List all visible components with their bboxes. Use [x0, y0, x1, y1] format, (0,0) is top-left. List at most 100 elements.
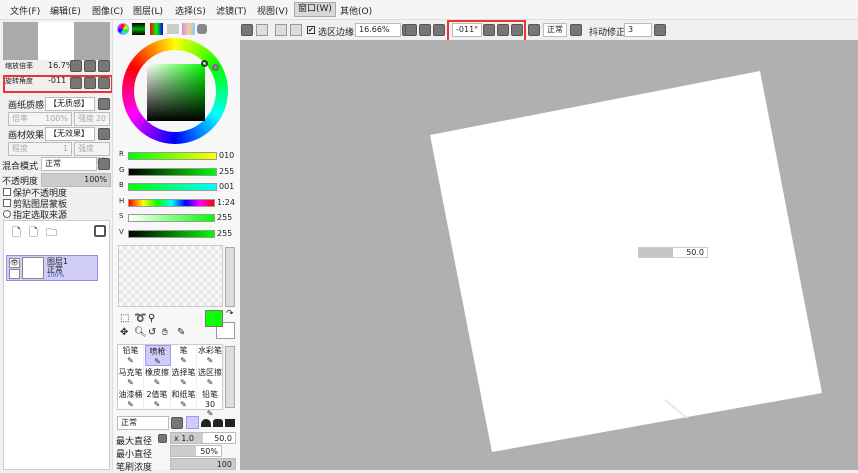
selection-edge-checkbox[interactable]: ✔	[307, 26, 315, 34]
brush-mode-select[interactable]: 正常	[117, 416, 169, 430]
layer-item[interactable]: 👁 图层1 正常 100%	[6, 255, 98, 281]
navigator-preview[interactable]	[3, 22, 110, 60]
canvas-paper[interactable]	[430, 71, 822, 452]
menu-view[interactable]: 视图(V)	[257, 4, 288, 17]
slider-B[interactable]	[128, 183, 217, 191]
hue-cursor[interactable]	[212, 64, 219, 71]
lasso-icon[interactable]: ➰	[134, 313, 146, 324]
max-size-slider[interactable]: x 1.0 50.0	[170, 432, 236, 444]
blend-dropdown[interactable]	[98, 158, 110, 170]
hand-icon[interactable]: ✋︎	[162, 327, 168, 338]
flip-button[interactable]	[570, 24, 582, 36]
invert-selection-button[interactable]	[290, 24, 302, 36]
tool-6[interactable]: 选择笔 ✎	[171, 367, 197, 388]
move-icon[interactable]: ✥	[120, 327, 128, 338]
new-folder-icon[interactable]: 🗀	[46, 224, 57, 243]
undo-button[interactable]	[241, 24, 253, 36]
view-mode-field[interactable]: 正常	[543, 23, 567, 37]
menu-window[interactable]: 窗口(W)	[294, 2, 336, 17]
zoom-in-button[interactable]	[84, 60, 96, 72]
brush-shape-3[interactable]	[213, 419, 223, 427]
zoom-reset-button[interactable]	[98, 60, 110, 72]
brush-shape-1[interactable]	[186, 416, 199, 429]
tool-0[interactable]: 铅笔 ✎	[118, 345, 144, 366]
zoom-in-tb[interactable]	[419, 24, 431, 36]
tool-1[interactable]: 喷枪 ✎	[144, 345, 171, 366]
rect-select-icon[interactable]: ⬚	[120, 313, 129, 324]
rotate-cw-tb[interactable]	[511, 24, 523, 36]
tool-scrollbar[interactable]	[225, 346, 235, 408]
angle-dropdown[interactable]	[483, 24, 495, 36]
effect-select[interactable]: 【无效果】	[45, 127, 95, 141]
tool-3[interactable]: 水彩笔 ✎	[198, 345, 224, 366]
slider-S[interactable]	[128, 214, 215, 222]
protect-checkbox[interactable]	[3, 188, 11, 196]
magic-wand-icon[interactable]: ⚲	[148, 313, 155, 324]
min-size-slider[interactable]: 50%	[170, 445, 222, 457]
texture-select[interactable]: 【无质感】	[45, 97, 95, 111]
saturation-value-square[interactable]	[147, 64, 205, 121]
sv-cursor[interactable]	[201, 60, 208, 67]
zoom-out-button[interactable]	[70, 60, 82, 72]
swap-colors-icon[interactable]: ↷	[226, 309, 234, 319]
zoom-icon[interactable]: 🔍︎	[134, 327, 147, 338]
menu-layer[interactable]: 图层(L)	[133, 4, 163, 17]
zoom-out-tb[interactable]	[405, 24, 417, 36]
redo-button[interactable]	[256, 24, 268, 36]
tool-7[interactable]: 选区擦 ✎	[198, 367, 224, 388]
size-range-button[interactable]	[158, 434, 167, 443]
tool-8[interactable]: 油漆桶 ✎	[118, 389, 144, 410]
swatch-tab-icon[interactable]	[167, 24, 179, 34]
slider-H[interactable]	[128, 198, 215, 207]
rotate-right-button[interactable]	[84, 77, 96, 89]
primary-color-swatch[interactable]	[205, 310, 223, 327]
menu-file[interactable]: 文件(F)	[10, 4, 40, 17]
rotate-left-button[interactable]	[70, 77, 82, 89]
slider-V[interactable]	[128, 229, 215, 238]
canvas-area[interactable]: 50.0	[240, 40, 858, 470]
color-wheel-tab-icon[interactable]	[117, 23, 129, 35]
clip-checkbox[interactable]	[3, 199, 11, 207]
rotate-value[interactable]: -011	[48, 76, 66, 85]
zoom-field[interactable]: 16.66%	[355, 23, 401, 37]
rotate-icon[interactable]: ↺	[148, 327, 156, 338]
tool-10[interactable]: 和纸笔 ✎	[171, 389, 197, 410]
stabilizer-field[interactable]: 3	[624, 23, 652, 37]
blend-mode-select[interactable]: 正常	[41, 157, 97, 171]
tool-11[interactable]: 铅笔30 ✎	[198, 389, 224, 418]
hue-ring[interactable]	[122, 38, 228, 144]
menu-image[interactable]: 图像(C)	[92, 4, 123, 17]
rotate-reset-tb[interactable]	[528, 24, 540, 36]
tool-2[interactable]: 笔 ✎	[171, 345, 197, 366]
deselect-button[interactable]	[275, 24, 287, 36]
swatch-area[interactable]	[118, 245, 223, 307]
hsv-slider-tab-icon[interactable]	[150, 23, 163, 35]
texture-dropdown[interactable]	[98, 98, 110, 110]
brush-mode-dropdown[interactable]	[171, 417, 183, 429]
mixer-tab-icon[interactable]	[182, 23, 195, 35]
source-checkbox[interactable]	[3, 210, 11, 218]
menu-select[interactable]: 选择(S)	[175, 4, 206, 17]
rotate-reset-button[interactable]	[98, 77, 110, 89]
eyedropper-icon[interactable]: ✎	[177, 327, 185, 338]
mask-button[interactable]	[94, 225, 106, 237]
zoom-reset-tb[interactable]	[433, 24, 445, 36]
rotate-ccw-tb[interactable]	[497, 24, 509, 36]
menu-other[interactable]: 其他(O)	[340, 4, 372, 17]
tool-9[interactable]: 2值笔 ✎	[145, 389, 171, 410]
eye-icon[interactable]: 👁	[9, 258, 20, 268]
slider-G[interactable]	[128, 167, 217, 176]
tool-5[interactable]: 橡皮擦 ✎	[145, 367, 171, 388]
opacity-slider[interactable]: 100%	[41, 173, 111, 187]
new-vector-layer-icon[interactable]: 🗋	[29, 224, 38, 243]
tool-4[interactable]: 马克笔 ✎	[118, 367, 144, 388]
effect-dropdown[interactable]	[98, 128, 110, 140]
slider-R[interactable]	[128, 152, 217, 160]
scratchpad-tab-icon[interactable]	[197, 24, 207, 34]
rgb-slider-tab-icon[interactable]	[132, 23, 145, 35]
stabilizer-dropdown[interactable]	[654, 24, 666, 36]
brush-lock-icon[interactable]	[9, 269, 20, 279]
new-layer-icon[interactable]: 🗋	[12, 224, 21, 243]
menu-edit[interactable]: 编辑(E)	[50, 4, 81, 17]
density-slider[interactable]: 100	[170, 458, 236, 470]
